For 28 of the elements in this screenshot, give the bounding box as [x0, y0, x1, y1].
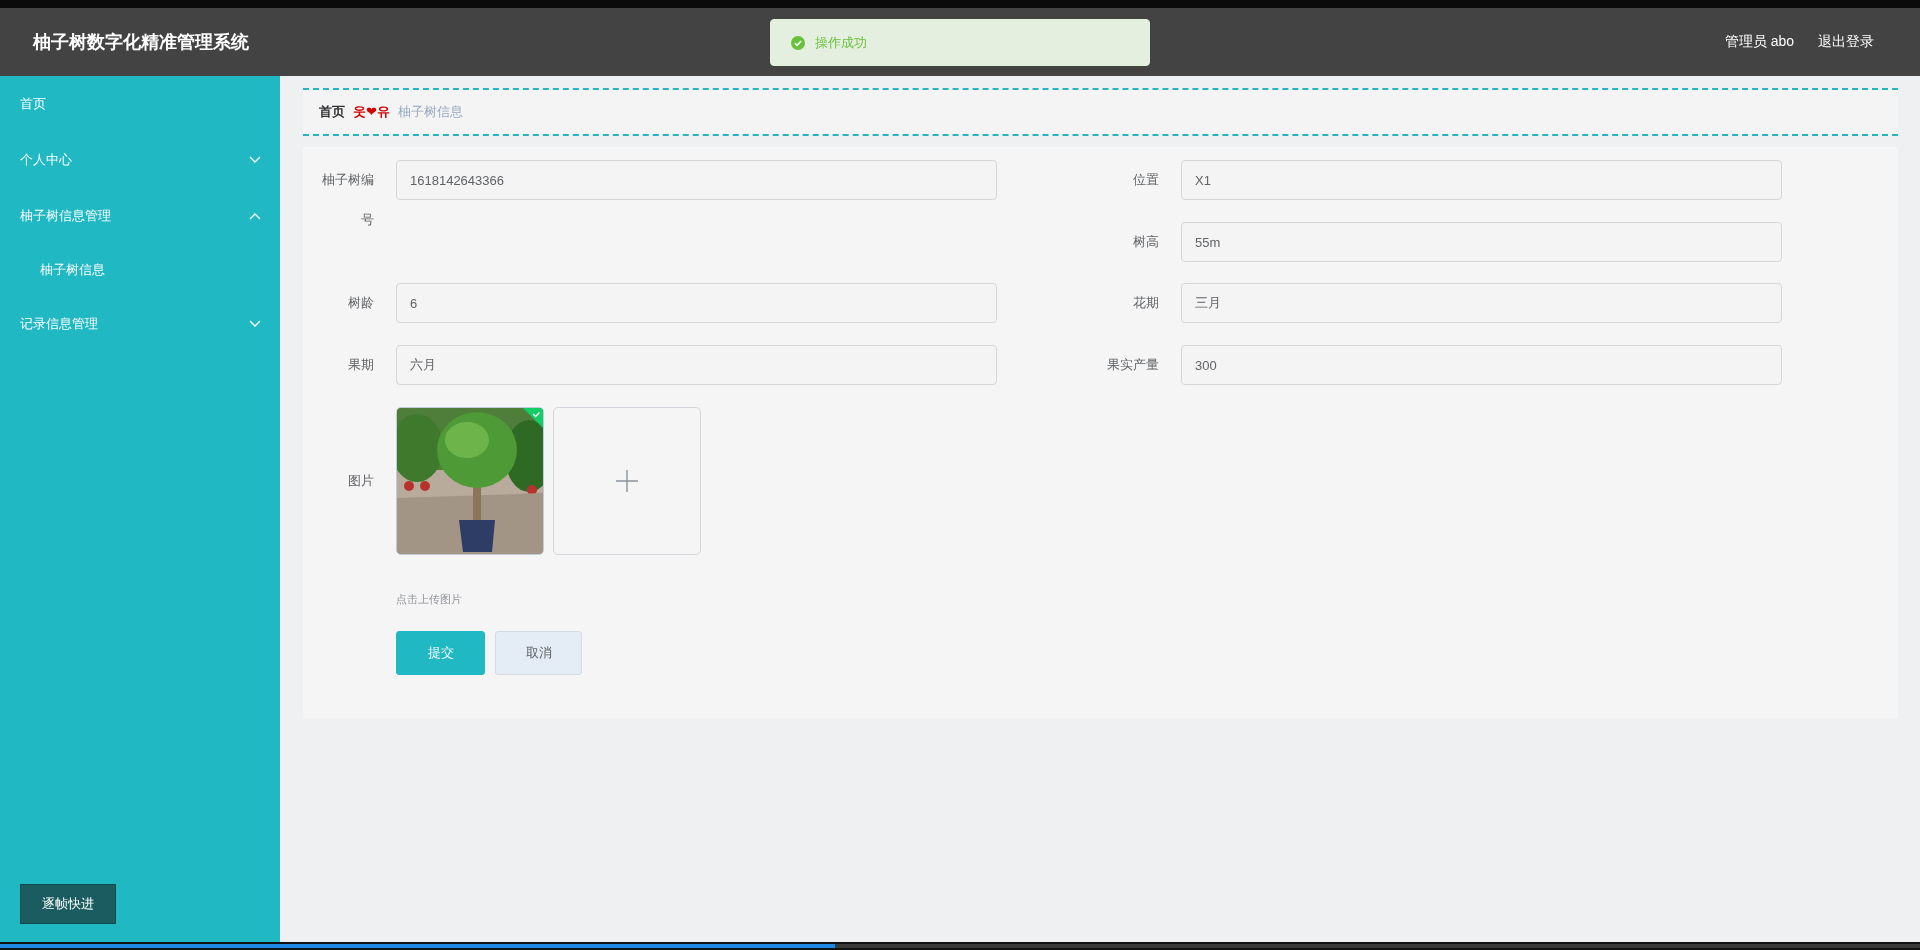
text-field[interactable]: 六月	[396, 345, 997, 385]
breadcrumb-separator: 웃❤유	[353, 103, 390, 121]
app-title: 柚子树数字化精准管理系统	[33, 31, 249, 54]
user-name: 管理员 abo	[1724, 33, 1794, 51]
field-label: 果期	[347, 356, 375, 374]
logout-link[interactable]: 退出登录	[1818, 33, 1874, 51]
plus-icon	[616, 470, 638, 492]
text-field[interactable]: 三月	[1181, 283, 1782, 323]
check-circle-icon	[791, 35, 805, 50]
breadcrumb-item[interactable]: 首页	[319, 103, 345, 121]
breadcrumb-item: 柚子树信息	[397, 103, 463, 121]
text-field[interactable]: 1618142643366	[396, 160, 997, 200]
progress-track[interactable]	[0, 944, 1920, 948]
field-label: 柚子树编号	[321, 171, 375, 229]
cancel-button[interactable]: 取消	[495, 631, 582, 675]
field-label: 果实产量	[1106, 356, 1160, 374]
frame-step-button[interactable]: 逐帧快进	[20, 884, 116, 924]
field-label: 位置	[1132, 171, 1160, 189]
text-field[interactable]: X1	[1181, 160, 1782, 200]
field-label: 树高	[1132, 233, 1160, 251]
text-field[interactable]: 6	[396, 283, 997, 323]
field-label: 树龄	[347, 294, 375, 312]
field-label: 图片	[347, 472, 375, 490]
text-field[interactable]: 300	[1181, 345, 1782, 385]
field-label: 花期	[1132, 294, 1160, 312]
text-field[interactable]: 55m	[1181, 222, 1782, 262]
upload-hint: 点击上传图片	[396, 592, 463, 607]
toast-message: 操作成功	[815, 33, 867, 52]
